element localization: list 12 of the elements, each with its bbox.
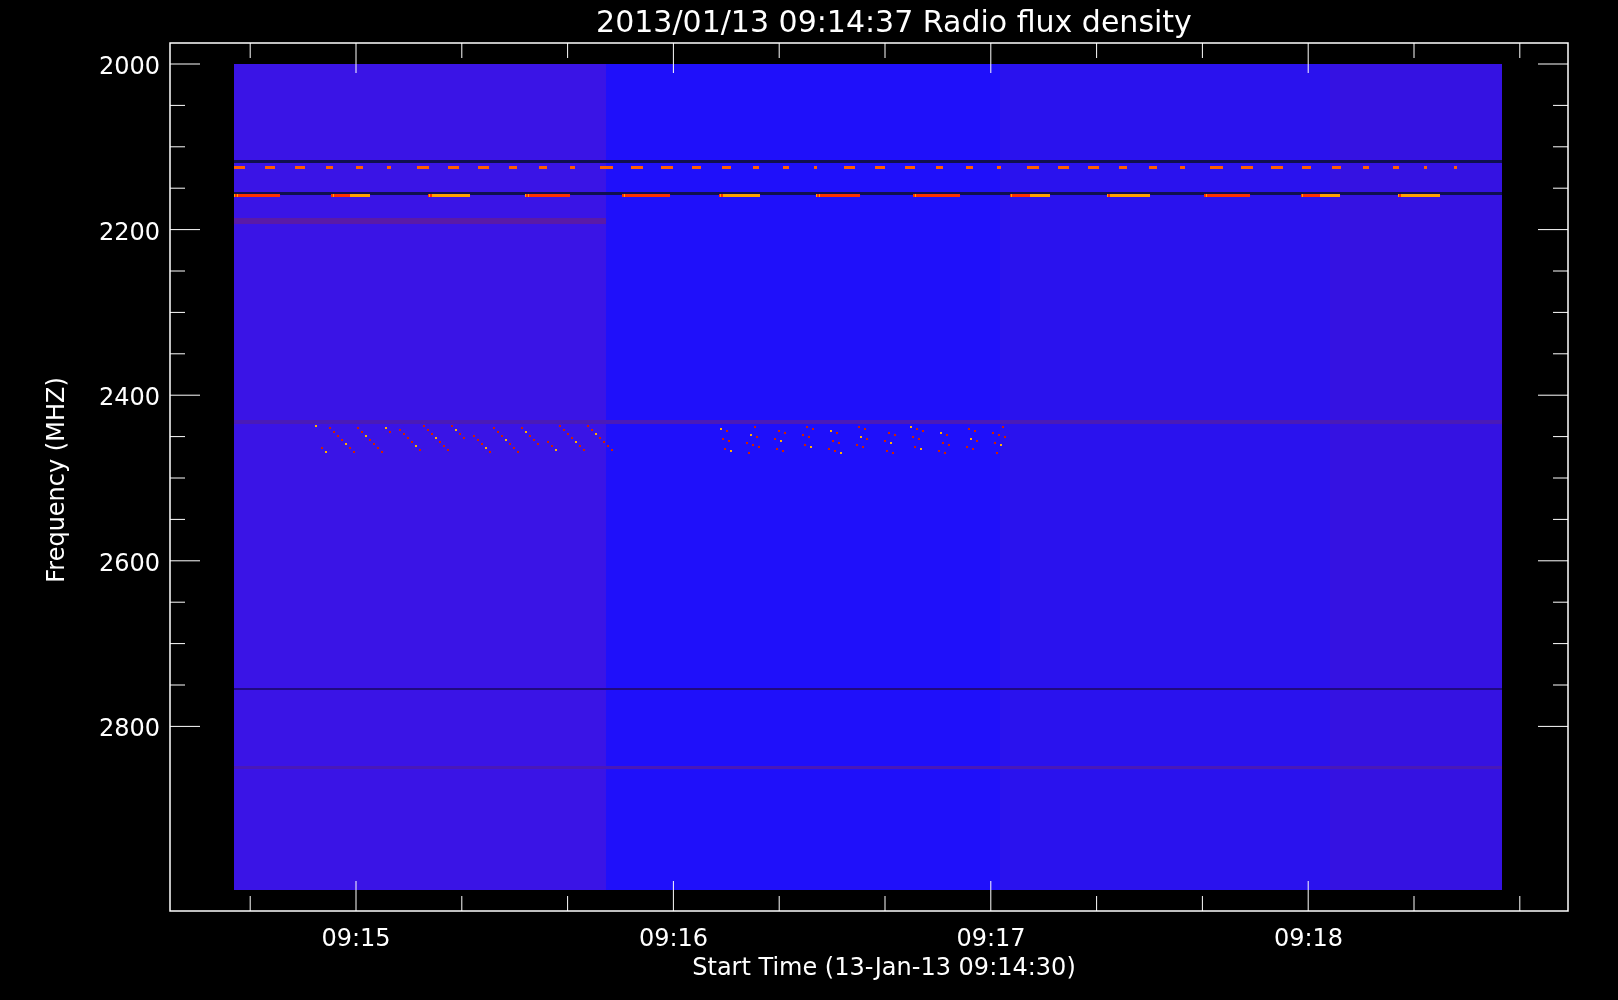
plot-title: 2013/01/13 09:14:37 Radio flux density [596, 4, 1192, 39]
y-tick-label: 2800 [98, 714, 160, 742]
x-tick-label: 09:18 [1273, 924, 1344, 952]
x-axis-label: Start Time (13-Jan-13 09:14:30) [692, 953, 1076, 981]
y-tick-label: 2400 [98, 383, 160, 411]
y-tick-label: 2600 [98, 548, 160, 577]
x-tick-label: 09:15 [321, 924, 391, 952]
y-tick-label: 2000 [98, 52, 160, 80]
x-tick-label: 09:17 [956, 924, 1026, 952]
x-tick-label: 09:16 [638, 924, 709, 952]
y-tick-label: 2200 [98, 217, 160, 246]
y-axis-label: Frequency (MHZ) [42, 377, 70, 583]
